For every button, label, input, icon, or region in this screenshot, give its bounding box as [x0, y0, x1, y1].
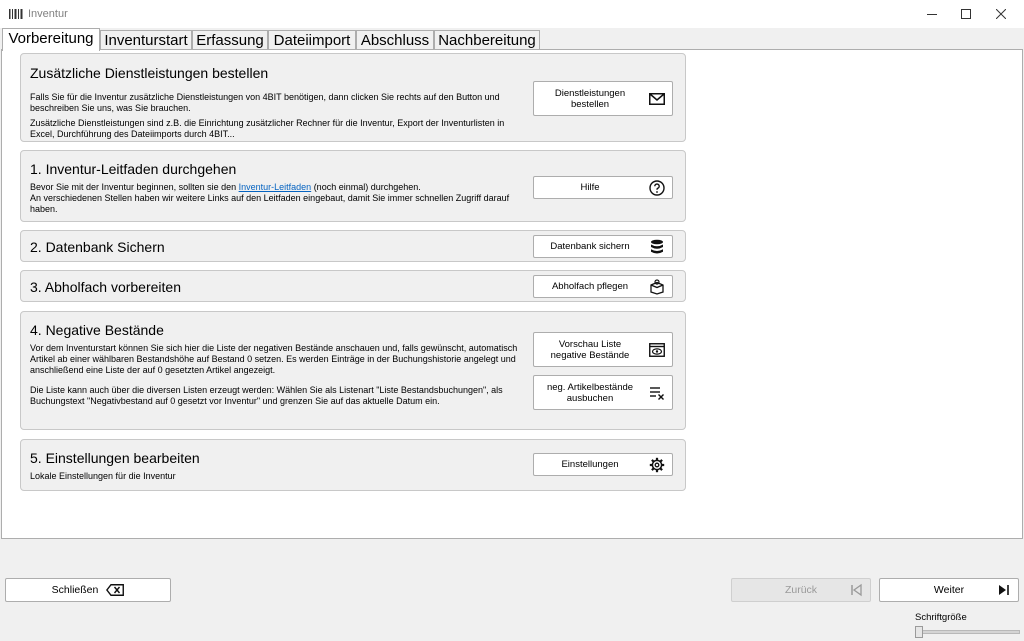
tab-dateiimport[interactable]: Dateiimport: [268, 30, 356, 50]
tab-nachbereitung[interactable]: Nachbereitung: [434, 30, 540, 50]
envelope-icon: [649, 92, 665, 105]
section-description: Falls Sie für die Inventur zusätzliche D…: [30, 92, 505, 139]
section-settings: 5. Einstellungen bearbeiten Lokale Einst…: [20, 439, 686, 491]
order-services-button[interactable]: Dienstleistungen bestellen: [533, 81, 673, 116]
gear-icon: [649, 457, 665, 472]
section-title: 3. Abholfach vorbereiten: [30, 279, 181, 295]
section-description: Bevor Sie mit der Inventur beginnen, sol…: [30, 182, 510, 214]
close-icon: [996, 9, 1006, 19]
font-size-label: Schriftgröße: [915, 612, 967, 623]
section-title: 1. Inventur-Leitfaden durchgehen: [30, 161, 237, 177]
close-window-button[interactable]: [978, 0, 1024, 28]
tab-vorbereitung[interactable]: Vorbereitung: [2, 28, 100, 51]
manage-pickup-button[interactable]: Abholfach pflegen: [533, 275, 673, 298]
minimize-icon: [927, 14, 937, 15]
section-title: 2. Datenbank Sichern: [30, 239, 165, 255]
database-icon: [651, 239, 663, 254]
maximize-icon: [961, 9, 971, 19]
section-title: 5. Einstellungen bearbeiten: [30, 450, 200, 466]
skip-back-icon: [851, 583, 862, 597]
title-bar: Inventur: [0, 0, 1024, 28]
section-title: 4. Negative Bestände: [30, 322, 164, 338]
skip-forward-icon: [999, 585, 1009, 595]
tab-erfassung[interactable]: Erfassung: [192, 30, 268, 50]
clear-list-icon: [650, 386, 664, 400]
section-description: Vor dem Inventurstart können Sie sich hi…: [30, 343, 518, 406]
backspace-icon: [106, 584, 125, 596]
font-size-slider-thumb[interactable]: [915, 626, 923, 638]
window-title: Inventur: [28, 8, 68, 20]
settings-button[interactable]: Einstellungen: [533, 453, 673, 476]
backup-database-button[interactable]: Datenbank sichern: [533, 235, 673, 258]
preview-negative-stocks-button[interactable]: Vorschau Liste negative Bestände: [533, 332, 673, 367]
help-button[interactable]: Hilfe: [533, 176, 673, 199]
preview-icon: [649, 342, 665, 357]
tab-strip: Vorbereitung Inventurstart Erfassung Dat…: [0, 28, 1024, 51]
section-guide: 1. Inventur-Leitfaden durchgehen Bevor S…: [20, 150, 686, 222]
guide-link[interactable]: Inventur-Leitfaden: [239, 182, 312, 192]
section-negative-stocks: 4. Negative Bestände Vor dem Inventursta…: [20, 311, 686, 430]
help-circle-icon: [649, 179, 665, 196]
app-logo-icon: [9, 9, 23, 19]
back-button[interactable]: Zurück: [731, 578, 871, 602]
section-backup: 2. Datenbank Sichern Datenbank sichern: [20, 230, 686, 262]
package-icon: [650, 278, 664, 295]
next-button[interactable]: Weiter: [879, 578, 1019, 602]
section-pickup: 3. Abholfach vorbereiten Abholfach pfleg…: [20, 270, 686, 302]
tab-panel-vorbereitung: Zusätzliche Dienstleistungen bestellen F…: [1, 49, 1023, 539]
section-title: Zusätzliche Dienstleistungen bestellen: [30, 65, 269, 81]
tab-inventurstart[interactable]: Inventurstart: [100, 30, 192, 50]
section-description: Lokale Einstellungen für die Inventur: [30, 471, 176, 481]
font-size-slider[interactable]: [915, 630, 1020, 634]
close-button[interactable]: Schließen: [5, 578, 171, 602]
book-out-negative-stocks-button[interactable]: neg. Artikelbestände ausbuchen: [533, 375, 673, 410]
section-services: Zusätzliche Dienstleistungen bestellen F…: [20, 53, 686, 142]
tab-abschluss[interactable]: Abschluss: [356, 30, 434, 50]
